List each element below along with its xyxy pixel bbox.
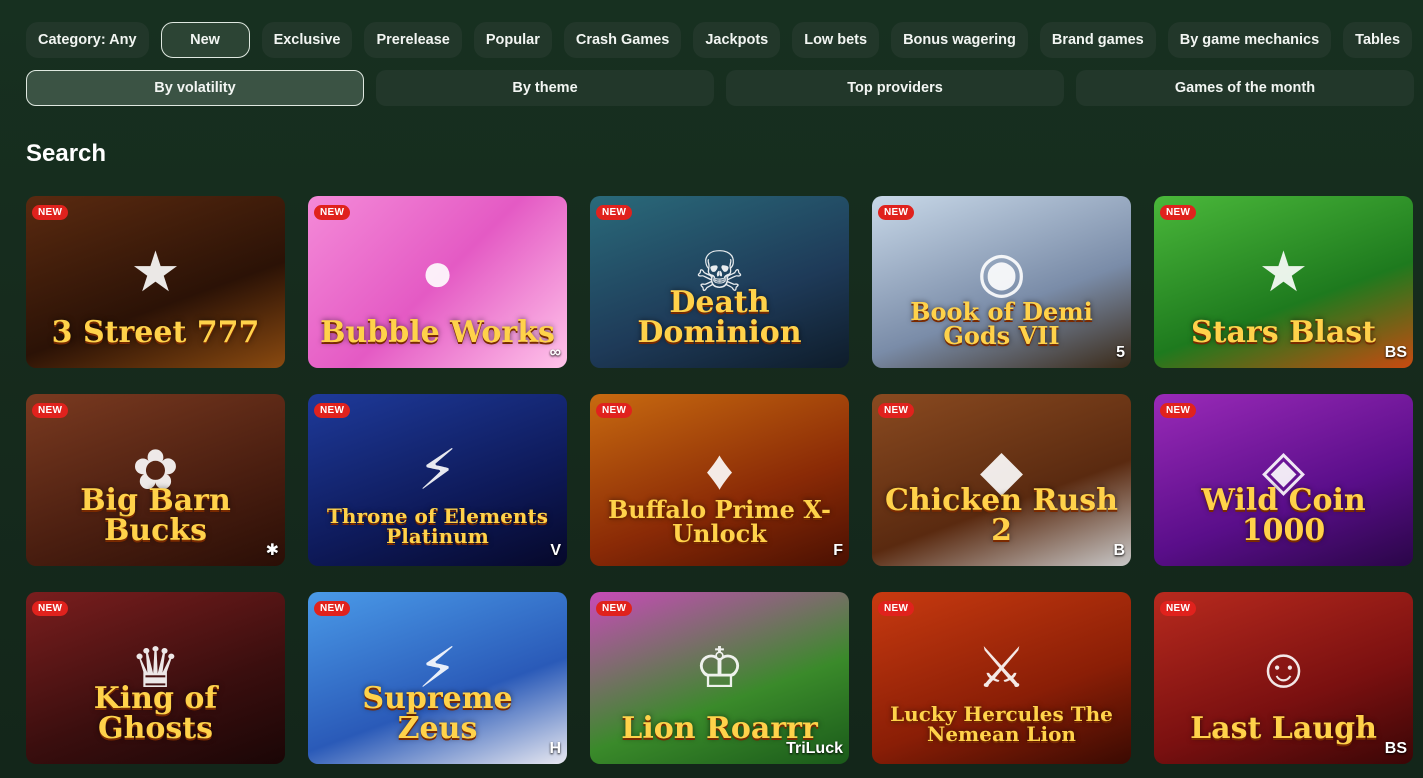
filter-chip-prerelease[interactable]: Prerelease	[364, 22, 462, 58]
game-card-king-of-ghosts[interactable]: ♛ NEW King of Ghosts	[26, 592, 285, 764]
filter-tab-top-providers[interactable]: Top providers	[726, 70, 1064, 106]
category-filter-chips: Category: Any New Exclusive Prerelease Popul…	[26, 22, 1413, 58]
new-badge: NEW	[314, 403, 351, 418]
game-card-big-barn-bucks[interactable]: ✿ NEW Big Barn Bucks ✱	[26, 394, 285, 566]
new-badge: NEW	[878, 205, 915, 220]
provider-logo: 5	[1116, 344, 1125, 361]
game-grid: ★ NEW 3 Street 777 ● NEW Bubble Works ∞ ☠ NEW Dea…	[26, 196, 1413, 764]
game-title: Death Dominion	[637, 285, 802, 350]
filter-chip-low-bets[interactable]: Low bets	[792, 22, 880, 58]
game-title: Book of Demi Gods VII	[910, 297, 1093, 350]
game-artwork-icon: ●	[420, 239, 455, 303]
new-badge: NEW	[314, 205, 351, 220]
filter-chip-popular[interactable]: Popular	[473, 22, 552, 58]
new-badge: NEW	[596, 601, 633, 616]
provider-logo: B	[1113, 542, 1125, 559]
filter-tab-games-of-the-month[interactable]: Games of the month	[1076, 70, 1414, 106]
new-badge: NEW	[1160, 205, 1197, 220]
game-artwork-icon: ♔	[694, 635, 745, 699]
game-artwork-icon: ☺	[1254, 635, 1313, 699]
game-card-lion-roarrr[interactable]: ♔ NEW Lion Roarrr TriLuck	[590, 592, 849, 764]
filter-chip-crash-games[interactable]: Crash Games	[563, 22, 682, 58]
filter-chip-tables[interactable]: Tables	[1343, 22, 1413, 58]
provider-logo: ✱	[265, 542, 279, 559]
new-badge: NEW	[32, 601, 69, 616]
game-title: Supreme Zeus	[362, 681, 513, 746]
new-badge: NEW	[878, 601, 915, 616]
game-card-death-dominion[interactable]: ☠ NEW Death Dominion	[590, 196, 849, 368]
new-badge: NEW	[32, 403, 69, 418]
new-badge: NEW	[314, 601, 351, 616]
game-card-wild-coin-1000[interactable]: ◈ NEW Wild Coin 1000	[1154, 394, 1413, 566]
game-artwork-icon: ♦	[705, 437, 734, 501]
new-badge: NEW	[1160, 601, 1197, 616]
game-artwork-icon: ★	[1258, 239, 1309, 303]
game-card-last-laugh[interactable]: ☺ NEW Last Laugh BS	[1154, 592, 1413, 764]
provider-logo: V	[550, 542, 561, 559]
game-title: King of Ghosts	[93, 681, 218, 746]
game-card-throne-of-elements-platinum[interactable]: ⚡ NEW Throne of Elements Platinum V	[308, 394, 567, 566]
game-title: 3 Street 777	[51, 315, 260, 350]
filter-chip-bonus-wagering[interactable]: Bonus wagering	[891, 22, 1028, 58]
game-title: Lucky Hercules The Nemean Lion	[890, 702, 1113, 746]
game-card-stars-blast[interactable]: ★ NEW Stars Blast BS	[1154, 196, 1413, 368]
provider-logo: ∞	[549, 344, 561, 361]
game-title: Wild Coin 1000	[1201, 483, 1366, 548]
filter-chip-category-any[interactable]: Category: Any	[26, 22, 149, 58]
filter-chip-jackpots[interactable]: Jackpots	[693, 22, 781, 58]
game-artwork-icon: ★	[130, 239, 181, 303]
game-card-lucky-hercules-the-nemean-lion[interactable]: ⚔ NEW Lucky Hercules The Nemean Lion	[872, 592, 1131, 764]
collection-filter-tabs: By volatility By theme Top providers Games …	[26, 70, 1414, 106]
game-card-book-of-demi-gods-vii[interactable]: ◉ NEW Book of Demi Gods VII 5	[872, 196, 1131, 368]
game-card-chicken-rush-2[interactable]: ◆ NEW Chicken Rush 2B	[872, 394, 1131, 566]
new-badge: NEW	[596, 403, 633, 418]
game-artwork-icon: ◉	[977, 239, 1026, 303]
game-card-buffalo-prime-x-unlock[interactable]: ♦ NEW Buffalo Prime X-Unlock F	[590, 394, 849, 566]
new-badge: NEW	[32, 205, 69, 220]
section-title: Search	[26, 140, 107, 167]
filter-chip-new[interactable]: New	[160, 22, 250, 58]
provider-logo: H	[549, 740, 561, 757]
game-title: Chicken Rush 2	[885, 483, 1118, 548]
filter-chip-brand-games[interactable]: Brand games	[1039, 22, 1156, 58]
new-badge: NEW	[596, 205, 633, 220]
new-badge: NEW	[1160, 403, 1197, 418]
game-title: Last Laugh	[1190, 711, 1377, 746]
filter-chip-by-game-mechanics[interactable]: By game mechanics	[1167, 22, 1332, 58]
game-card-bubble-works[interactable]: ● NEW Bubble Works ∞	[308, 196, 567, 368]
game-title: Buffalo Prime X-Unlock	[607, 495, 832, 548]
game-card-3-street-777[interactable]: ★ NEW 3 Street 777	[26, 196, 285, 368]
provider-logo: BS	[1384, 344, 1407, 361]
game-card-supreme-zeus[interactable]: ⚡ NEW Supreme Zeus H	[308, 592, 567, 764]
game-artwork-icon: ⚡	[417, 437, 458, 501]
game-title: Bubble Works	[320, 315, 555, 350]
game-artwork-icon: ⚔	[976, 635, 1027, 699]
filter-tab-by-volatility[interactable]: By volatility	[26, 70, 364, 106]
filter-chip-exclusive[interactable]: Exclusive	[261, 22, 353, 58]
new-badge: NEW	[878, 403, 915, 418]
provider-logo: BS	[1384, 740, 1407, 757]
game-title: Throne of Elements Platinum	[327, 504, 548, 548]
game-title: Stars Blast	[1190, 315, 1377, 350]
game-title: Big Barn Bucks	[80, 483, 231, 548]
filter-tab-by-theme[interactable]: By theme	[376, 70, 714, 106]
provider-logo: TriLuck	[786, 740, 843, 757]
provider-logo: F	[833, 542, 843, 559]
